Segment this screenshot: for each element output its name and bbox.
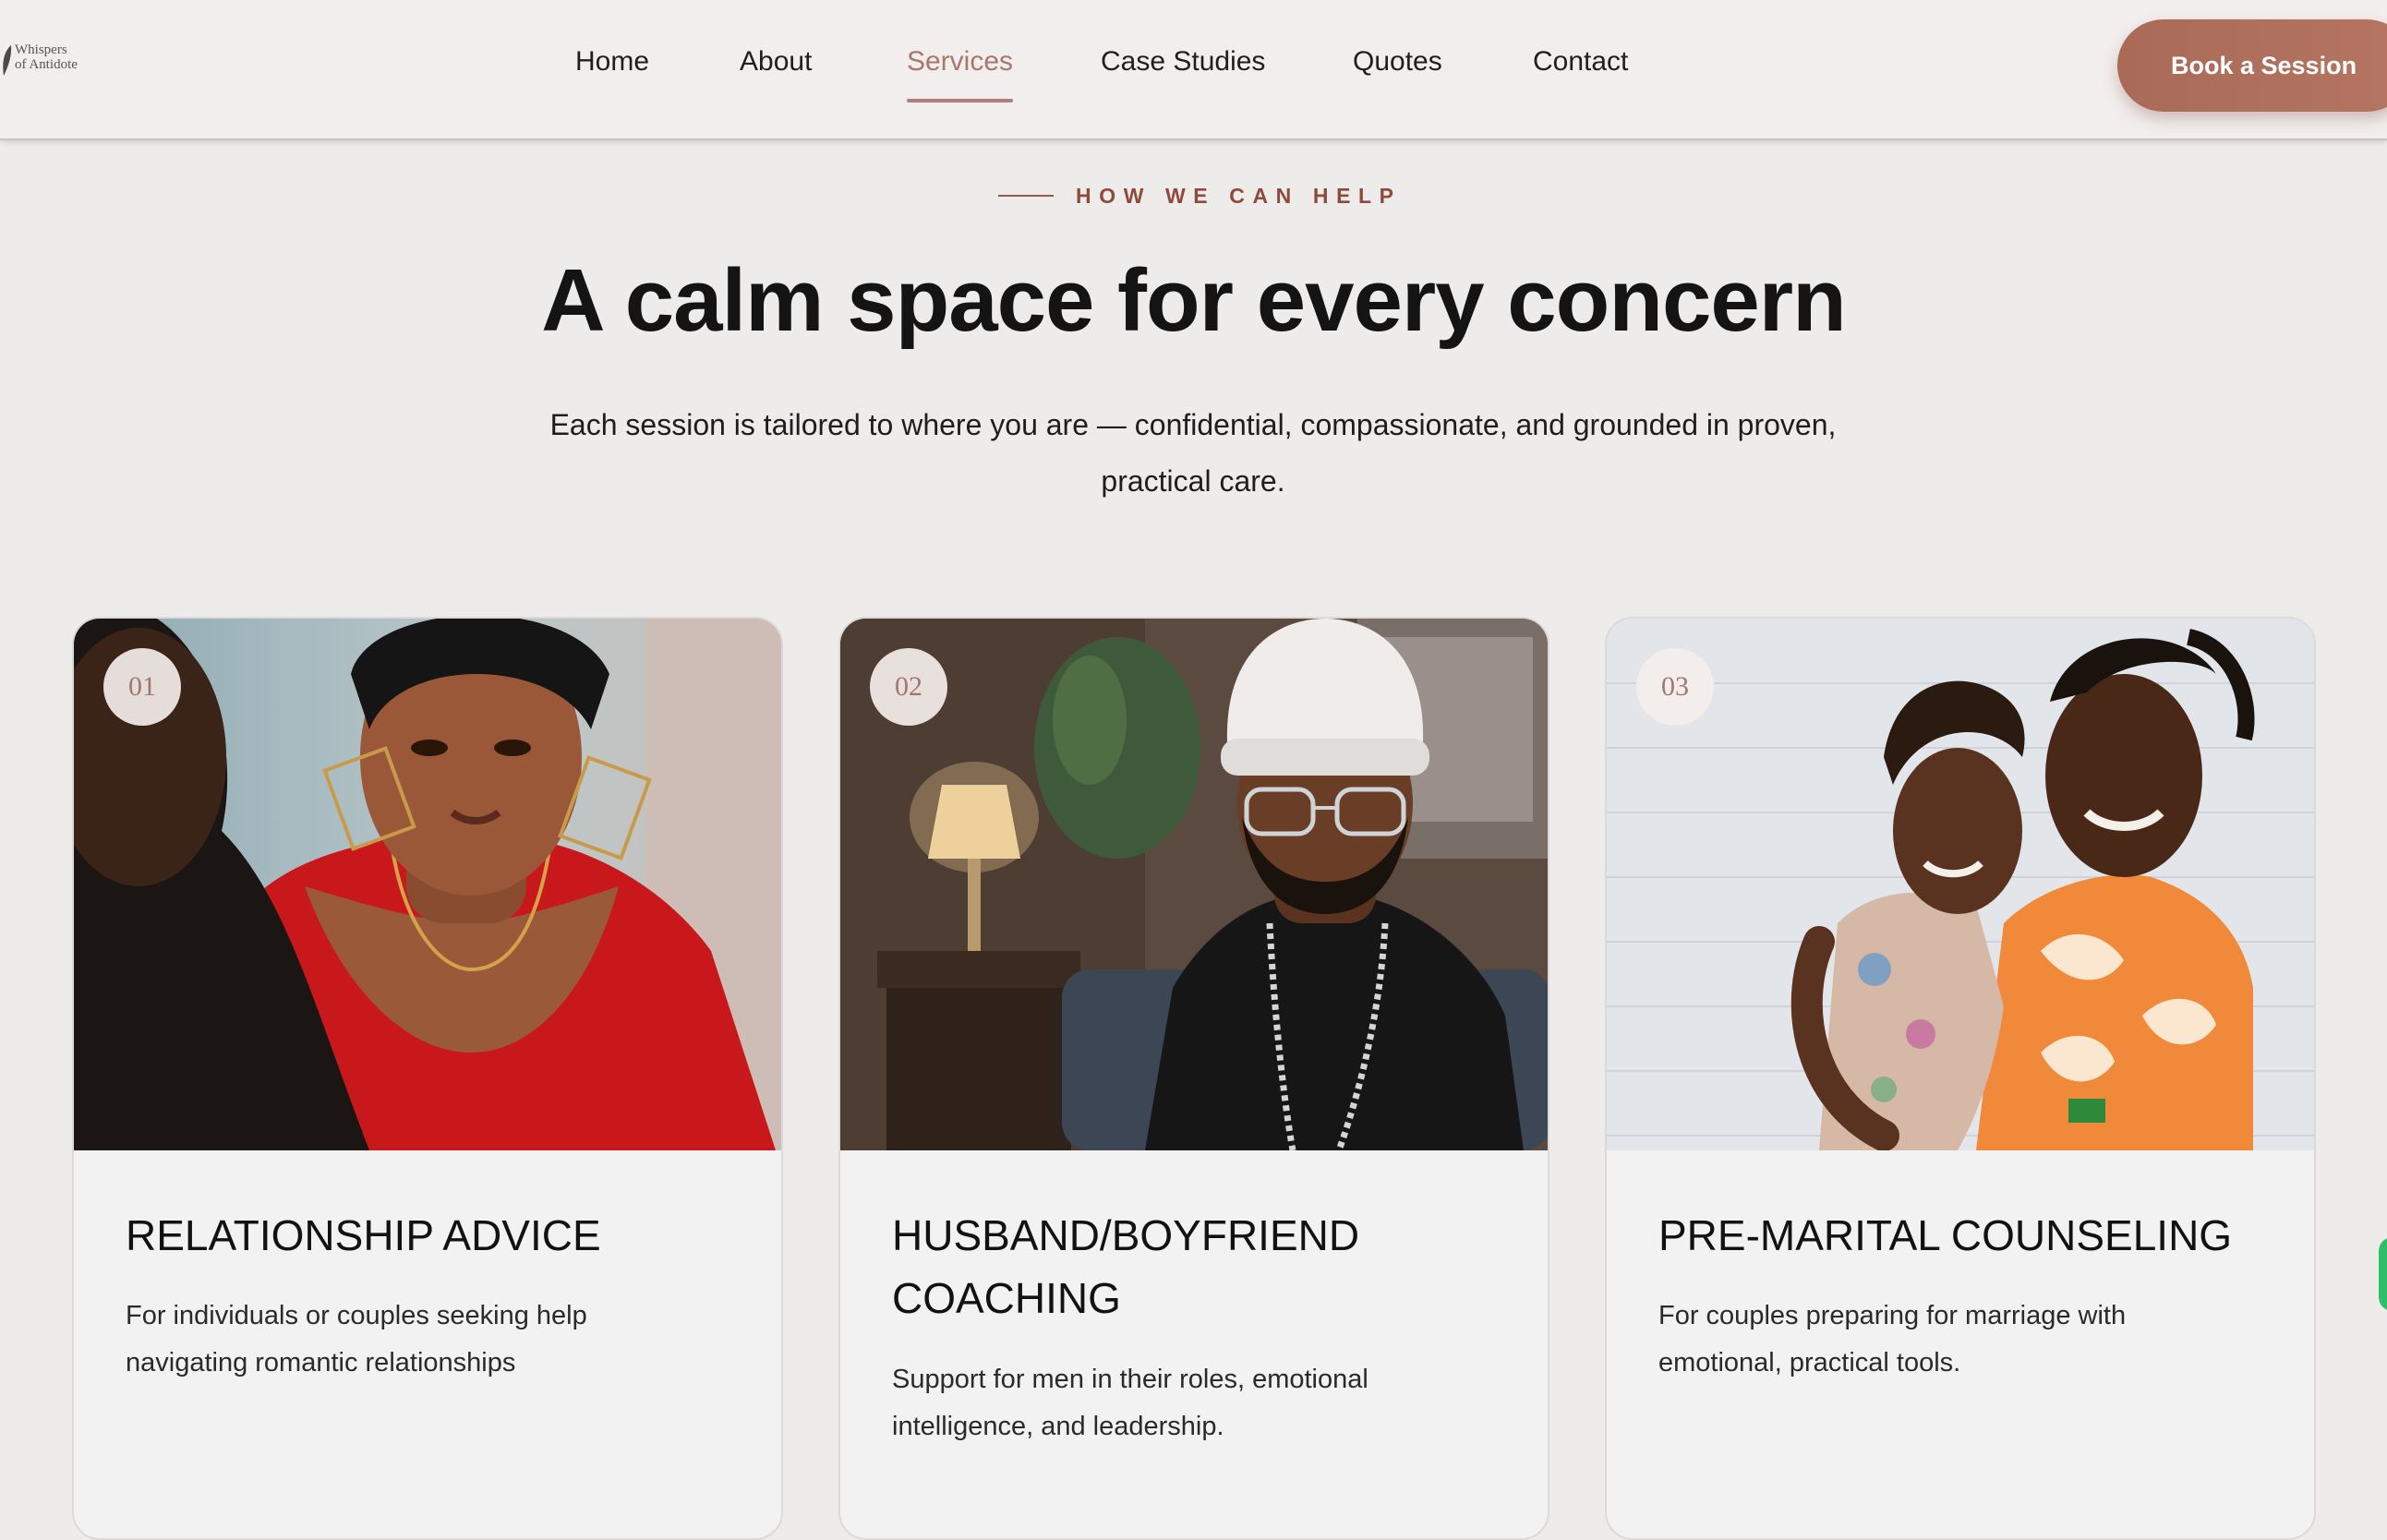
eyebrow-label: HOW WE CAN HELP: [1076, 183, 1402, 208]
embracing-couple-photo: [1607, 619, 2314, 1150]
brand-logo[interactable]: Whispers of Antidote: [0, 41, 85, 79]
eyebrow-divider: [998, 195, 1054, 197]
service-number-badge: 02: [870, 648, 947, 726]
nav-item-contact[interactable]: Contact: [1533, 46, 1628, 78]
service-title: Pre-Marital Counseling: [1658, 1211, 2233, 1259]
section-subtitle: Each session is tailored to where you ar…: [549, 408, 1837, 498]
service-title: Husband/Boyfriend Coaching: [892, 1211, 1360, 1322]
service-title: Relationship Advice: [126, 1211, 601, 1259]
site-header: Whispers of Antidote Home About Services…: [0, 0, 2387, 140]
feather-icon: [3, 45, 12, 76]
service-card-pre-marital-counseling[interactable]: 03 Pre-Marital Counseling For couples pr…: [1605, 617, 2316, 1540]
service-number-badge: 01: [103, 648, 181, 726]
nav-item-home[interactable]: Home: [575, 46, 649, 78]
service-description: For individuals or couples seeking help …: [126, 1301, 587, 1378]
nav-item-services[interactable]: Services: [907, 46, 1013, 78]
nav-item-case-studies[interactable]: Case Studies: [1101, 46, 1265, 78]
brand-name: Whispers of Antidote: [15, 42, 78, 72]
service-description: For couples preparing for marriage with …: [1658, 1301, 2127, 1378]
man-in-white-beanie-photo: [840, 619, 1548, 1150]
nav-item-about[interactable]: About: [740, 46, 812, 78]
section-title: A calm space for every concern: [541, 251, 1846, 350]
service-number-badge: 03: [1636, 648, 1714, 726]
woman-in-red-counseling-session-photo: [74, 619, 781, 1150]
active-nav-indicator: [907, 99, 1013, 102]
service-card-relationship-advice[interactable]: 01 Relationship Advice For individuals o…: [72, 617, 783, 1540]
nav-item-quotes[interactable]: Quotes: [1353, 46, 1442, 78]
service-card-husband-boyfriend-coaching[interactable]: 02 Husband/Boyfriend Coaching Support fo…: [838, 617, 1549, 1540]
book-session-button[interactable]: Book a Session: [2117, 19, 2387, 112]
section-eyebrow: HOW WE CAN HELP: [998, 181, 1402, 211]
service-description: Support for men in their roles, emotiona…: [892, 1365, 1368, 1441]
chat-widget-button[interactable]: [2379, 1237, 2387, 1311]
